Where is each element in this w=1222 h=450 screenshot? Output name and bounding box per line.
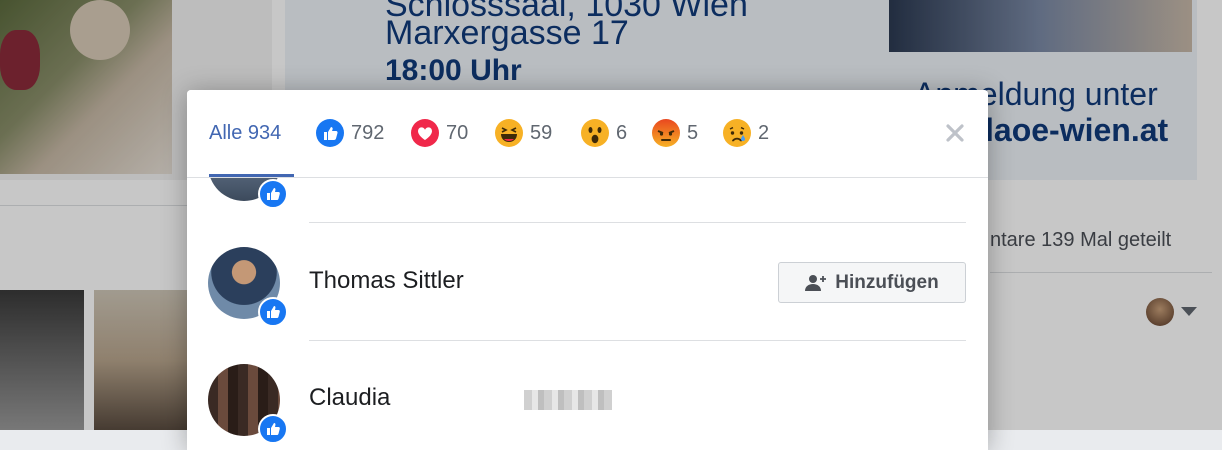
reactions-dialog: Alle 934 792 70 59 6 5 2 Thomas Sittler … (187, 90, 988, 450)
angry-icon (652, 119, 680, 147)
like-icon (316, 119, 344, 147)
like-badge (258, 179, 288, 209)
row-divider (309, 340, 966, 341)
tab-count: 59 (530, 121, 553, 144)
like-icon (267, 188, 280, 200)
tab-wow[interactable]: 6 (581, 118, 627, 148)
close-icon[interactable] (942, 120, 968, 146)
blurred-surname (524, 390, 612, 410)
tab-label: Alle 934 (209, 121, 282, 144)
tab-count: 2 (758, 121, 770, 144)
avatar-wrap (208, 247, 288, 327)
active-tab-indicator (209, 174, 294, 177)
avatar-wrap (208, 364, 288, 444)
person-name-wrap[interactable]: Claudia (309, 384, 612, 412)
row-divider (309, 222, 966, 223)
tab-love[interactable]: 70 (411, 118, 468, 148)
like-badge (258, 414, 288, 444)
tab-count: 70 (446, 121, 469, 144)
love-icon (411, 119, 439, 147)
tab-count: 792 (351, 121, 385, 144)
person-name[interactable]: Thomas Sittler (309, 267, 464, 295)
reaction-tabs: Alle 934 792 70 59 6 5 2 (187, 90, 988, 178)
person-name: Claudia (309, 384, 391, 411)
add-friend-button[interactable]: Hinzufügen (778, 262, 966, 303)
tab-count: 5 (687, 121, 699, 144)
tab-haha[interactable]: 59 (495, 118, 552, 148)
add-friend-icon (805, 274, 827, 291)
tab-count: 6 (616, 121, 628, 144)
reactor-list[interactable]: Thomas Sittler Hinzufügen Claudia (187, 129, 988, 450)
tab-sad[interactable]: 2 (723, 118, 769, 148)
sad-icon (723, 119, 751, 147)
tab-all[interactable]: Alle 934 (209, 118, 281, 148)
like-icon (267, 306, 280, 318)
like-icon (267, 423, 280, 435)
like-badge (258, 297, 288, 327)
add-friend-label: Hinzufügen (835, 271, 939, 293)
haha-icon (495, 119, 523, 147)
tab-like[interactable]: 792 (316, 118, 384, 148)
wow-icon (581, 119, 609, 147)
tab-angry[interactable]: 5 (652, 118, 698, 148)
